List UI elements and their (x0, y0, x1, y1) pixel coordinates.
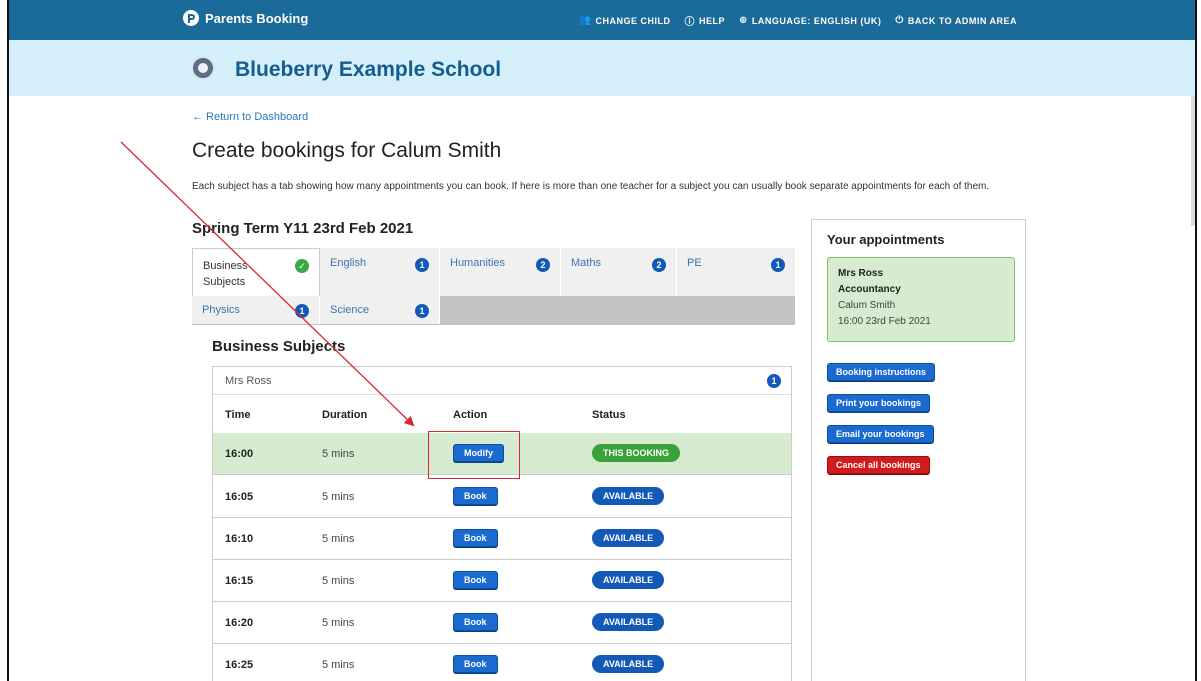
slot-time: 16:15 (225, 575, 254, 587)
slot-duration: 5 mins (322, 617, 355, 629)
column-header-time: Time (225, 409, 251, 421)
tab-maths[interactable]: Maths 2 (561, 248, 677, 296)
tab-count-badge: 2 (536, 258, 550, 272)
your-appointments-panel: Your appointments Mrs Ross Accountancy C… (811, 219, 1026, 681)
slot-duration: 5 mins (322, 575, 355, 587)
teacher-header: Mrs Ross 1 (213, 367, 791, 395)
return-to-dashboard-link[interactable]: ← Return to Dashboard (192, 111, 308, 123)
section-title: Business Subjects (212, 338, 346, 355)
email-bookings-button[interactable]: Email your bookings (827, 425, 934, 443)
slot-time: 16:05 (225, 491, 254, 503)
users-icon: 👥 (578, 15, 592, 26)
term-title: Spring Term Y11 23rd Feb 2021 (192, 220, 414, 237)
column-header-duration: Duration (322, 409, 368, 421)
brand-name: Parents Booking (205, 10, 309, 26)
school-logo-icon (191, 56, 215, 80)
slot-time: 16:20 (225, 617, 254, 629)
tab-count-badge: 1 (295, 304, 309, 318)
status-badge: AVAILABLE (592, 613, 665, 631)
globe-icon: ⊕ (739, 15, 748, 26)
page-title: Create bookings for Calum Smith (192, 139, 502, 162)
teacher-name: Mrs Ross (225, 375, 272, 387)
language-link[interactable]: ⊕ LANGUAGE: ENGLISH (UK) (739, 13, 881, 28)
column-header-status: Status (592, 409, 626, 421)
change-child-label: CHANGE CHILD (595, 15, 671, 26)
tab-business-subjects[interactable]: Business Subjects ✓ (192, 248, 320, 296)
tab-humanities[interactable]: Humanities 2 (440, 248, 561, 296)
table-row: 16:20 5 mins Book AVAILABLE (213, 602, 791, 644)
appointment-child: Calum Smith (838, 300, 896, 311)
appointment-subject: Accountancy (838, 284, 901, 295)
school-banner: Blueberry Example School (9, 40, 1195, 96)
back-to-admin-link[interactable]: ⏻ BACK TO ADMIN AREA (895, 13, 1017, 28)
help-icon: ⓘ (684, 17, 695, 28)
top-navigation-bar: Parents Booking 👥 CHANGE CHILD ⓘ HELP ⊕ … (9, 0, 1195, 40)
brand[interactable]: Parents Booking (183, 10, 308, 26)
slot-time: 16:00 (225, 448, 254, 460)
tab-count-badge: 1 (415, 304, 429, 318)
help-label: HELP (699, 15, 726, 26)
slot-duration: 5 mins (322, 533, 355, 545)
status-badge: THIS BOOKING (592, 444, 681, 462)
slot-duration: 5 mins (322, 659, 355, 671)
tab-english[interactable]: English 1 (320, 248, 440, 296)
table-row: 16:05 5 mins Book AVAILABLE (213, 476, 791, 518)
appointment-time: 16:00 23rd Feb 2021 (838, 316, 931, 327)
appointment-card: Mrs Ross Accountancy Calum Smith 16:00 2… (827, 257, 1015, 342)
book-button[interactable]: Book (453, 487, 498, 505)
tab-label: Physics (202, 304, 240, 316)
status-badge: AVAILABLE (592, 487, 665, 505)
book-button[interactable]: Book (453, 613, 498, 631)
tab-label: Humanities (450, 257, 506, 269)
slot-duration: 5 mins (322, 448, 355, 460)
tab-count-badge: 1 (771, 258, 785, 272)
tab-count-badge: 2 (652, 258, 666, 272)
table-row: 16:15 5 mins Book AVAILABLE (213, 560, 791, 602)
status-badge: AVAILABLE (592, 655, 665, 673)
tab-pe[interactable]: PE 1 (677, 248, 795, 296)
book-button[interactable]: Book (453, 529, 498, 547)
slot-time: 16:10 (225, 533, 254, 545)
top-links: 👥 CHANGE CHILD ⓘ HELP ⊕ LANGUAGE: ENGLIS… (565, 13, 1017, 28)
slot-duration: 5 mins (322, 491, 355, 503)
power-icon: ⏻ (895, 15, 904, 26)
school-name: Blueberry Example School (235, 58, 502, 81)
tab-label: Science (330, 304, 370, 316)
teacher-count-badge: 1 (767, 374, 781, 388)
tab-label: Business Subjects (203, 260, 248, 288)
panel-title: Your appointments (827, 232, 945, 247)
parents-booking-logo-icon (183, 10, 199, 26)
tab-count-badge: 1 (415, 258, 429, 272)
table-header: Time Duration Action Status (213, 395, 791, 433)
status-badge: AVAILABLE (592, 571, 665, 589)
print-bookings-button[interactable]: Print your bookings (827, 394, 931, 412)
help-link[interactable]: ⓘ HELP (684, 13, 726, 29)
status-badge: AVAILABLE (592, 529, 665, 547)
intro-text: Each subject has a tab showing how many … (192, 181, 990, 192)
cancel-all-bookings-button[interactable]: Cancel all bookings (827, 456, 930, 474)
tab-label: Maths (571, 257, 601, 269)
teacher-schedule: Mrs Ross 1 Time Duration Action Status 1… (212, 366, 792, 681)
book-button[interactable]: Book (453, 571, 498, 589)
column-header-action: Action (453, 409, 488, 421)
book-button[interactable]: Book (453, 655, 498, 673)
change-child-link[interactable]: 👥 CHANGE CHILD (579, 13, 671, 28)
booking-instructions-button[interactable]: Booking instructions (827, 363, 935, 381)
subject-tabs: Business Subjects ✓ English 1 Humanities… (192, 248, 795, 325)
language-label: LANGUAGE: ENGLISH (UK) (751, 15, 882, 26)
appointment-teacher: Mrs Ross (838, 268, 884, 279)
scrollbar[interactable] (1191, 96, 1195, 226)
table-row: 16:25 5 mins Book AVAILABLE (213, 644, 791, 681)
tab-label: PE (687, 257, 702, 269)
tab-science[interactable]: Science 1 (320, 296, 440, 324)
browser-viewport: Parents Booking 👥 CHANGE CHILD ⓘ HELP ⊕ … (7, 0, 1197, 681)
check-icon: ✓ (295, 259, 309, 273)
tab-label: English (330, 257, 367, 269)
table-row: 16:10 5 mins Book AVAILABLE (213, 518, 791, 560)
slot-time: 16:25 (225, 659, 254, 671)
tab-physics[interactable]: Physics 1 (192, 296, 320, 324)
annotation-highlight-box (428, 431, 520, 479)
back-to-admin-label: BACK TO ADMIN AREA (907, 15, 1017, 26)
